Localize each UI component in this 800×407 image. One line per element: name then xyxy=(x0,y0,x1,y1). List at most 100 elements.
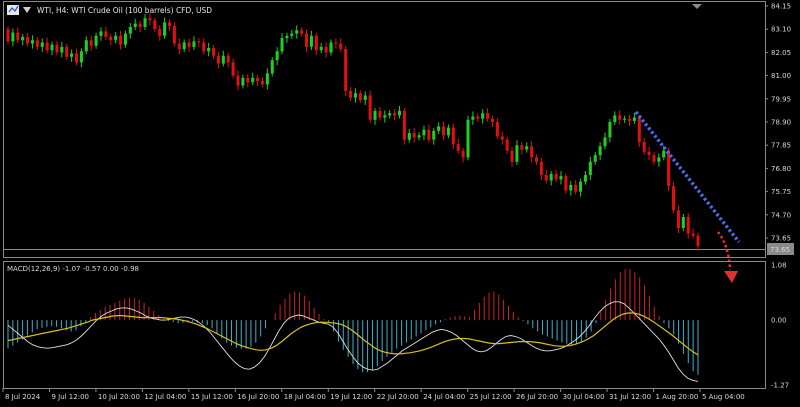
time-tick-label: 1 Aug 20:00 xyxy=(656,393,699,401)
bear-candle xyxy=(26,36,30,44)
bull-candle xyxy=(280,38,284,52)
bear-candle xyxy=(412,133,416,138)
bull-candle xyxy=(309,35,313,47)
bull-candle xyxy=(329,42,333,53)
bull-candle xyxy=(383,115,387,118)
bear-candle xyxy=(344,49,348,92)
bear-candle xyxy=(554,173,558,180)
bull-candle xyxy=(143,18,147,27)
bull-candle xyxy=(579,181,583,192)
triangle-down-icon[interactable] xyxy=(23,7,31,13)
bull-candle xyxy=(60,46,64,53)
price-axis: 84.15 83.10 82.05 81.00 79.95 78.90 77.85 76.80… xyxy=(765,3,791,243)
bull-candle xyxy=(593,155,597,162)
bull-candle xyxy=(363,95,367,100)
bear-candle xyxy=(55,44,59,53)
time-tick-label: 12 Jul 04:00 xyxy=(144,393,186,401)
bear-candle xyxy=(202,42,206,52)
bear-candle xyxy=(686,217,690,234)
bear-candle xyxy=(172,25,176,44)
bull-candle xyxy=(598,146,602,156)
bull-candle xyxy=(471,116,475,120)
bull-candle xyxy=(270,60,274,74)
bull-candle xyxy=(608,122,612,138)
bull-candle xyxy=(192,41,196,47)
bull-candle xyxy=(40,42,44,47)
bull-candle xyxy=(241,77,245,86)
bear-candle xyxy=(226,55,230,63)
bull-candle xyxy=(275,51,279,61)
bear-candle xyxy=(349,91,353,98)
bull-candle xyxy=(295,30,299,34)
bear-candle xyxy=(427,129,431,140)
bull-candle xyxy=(613,115,617,122)
macd-axis: 1.08 0.00 -1.27 xyxy=(771,262,789,390)
bull-candle xyxy=(373,110,377,120)
bear-candle xyxy=(35,40,39,47)
bull-candle xyxy=(21,36,25,41)
price-tick-label: 76.80 xyxy=(771,165,791,173)
bear-candle xyxy=(231,62,235,76)
bear-candle xyxy=(486,113,490,119)
bull-candle xyxy=(549,173,553,181)
bull-candle xyxy=(422,129,426,136)
time-tick-label: 15 Jul 12:00 xyxy=(191,393,233,401)
bear-candle xyxy=(16,32,20,41)
time-axis: 8 Jul 2024 9 Jul 12:00 10 Jul 20:00 12 Jul … xyxy=(2,388,745,401)
current-price-label: 73.65 xyxy=(770,246,790,254)
bull-candle xyxy=(70,53,74,57)
bear-candle xyxy=(564,176,568,191)
bear-candle xyxy=(187,42,191,47)
bear-candle xyxy=(158,29,162,36)
bear-candle xyxy=(500,136,504,140)
bull-candle xyxy=(446,127,450,136)
chart-window-icon xyxy=(7,5,19,15)
bear-candle xyxy=(256,77,260,82)
time-tick-label: 25 Jul 12:00 xyxy=(470,393,512,401)
bear-candle xyxy=(539,161,543,176)
bear-candle xyxy=(65,46,69,57)
bear-candle xyxy=(534,157,539,162)
bull-candle xyxy=(632,117,636,121)
bear-candle xyxy=(510,150,514,162)
price-tick-label: 79.95 xyxy=(771,95,791,103)
bull-candle xyxy=(99,31,103,36)
bull-candle xyxy=(397,110,402,116)
bull-candle xyxy=(353,93,357,98)
bull-candle xyxy=(50,44,54,51)
macd-tick-label: 1.08 xyxy=(771,262,787,270)
candles xyxy=(6,13,700,251)
bear-candle xyxy=(461,150,465,158)
time-tick-label: 19 Jul 12:00 xyxy=(330,393,372,401)
bear-candle xyxy=(260,81,264,85)
time-tick-label: 18 Jul 04:00 xyxy=(284,393,326,401)
bear-candle xyxy=(304,33,309,47)
bear-candle xyxy=(393,113,397,116)
price-tick-label: 73.65 xyxy=(771,235,791,243)
bear-candle xyxy=(627,118,632,121)
red-forecast-arrow xyxy=(717,231,732,271)
bear-candle xyxy=(637,117,641,142)
bull-candle xyxy=(623,118,627,120)
bull-candle xyxy=(437,126,441,131)
bear-candle xyxy=(456,144,460,151)
bull-candle xyxy=(525,146,529,150)
bull-candle xyxy=(11,32,15,42)
bull-candle xyxy=(481,113,485,119)
bull-candle xyxy=(79,51,83,63)
bear-candle xyxy=(368,95,372,120)
bull-candle xyxy=(657,157,661,162)
time-tick-label: 8 Jul 2024 xyxy=(5,393,41,401)
collapse-arrow-icon[interactable] xyxy=(692,4,702,9)
bull-candle xyxy=(285,35,289,39)
symbol-title: WTI, H4: WTI Crude Oil (100 barrels) CFD… xyxy=(37,6,212,15)
bull-candle xyxy=(662,150,666,158)
bear-candle xyxy=(6,29,10,42)
bear-candle xyxy=(647,151,651,156)
price-tick-label: 84.15 xyxy=(771,3,791,11)
bear-candle xyxy=(490,118,494,122)
bear-candle xyxy=(212,47,216,56)
bull-candle xyxy=(583,175,587,182)
bull-candle xyxy=(133,23,137,27)
bear-candle xyxy=(495,122,499,137)
